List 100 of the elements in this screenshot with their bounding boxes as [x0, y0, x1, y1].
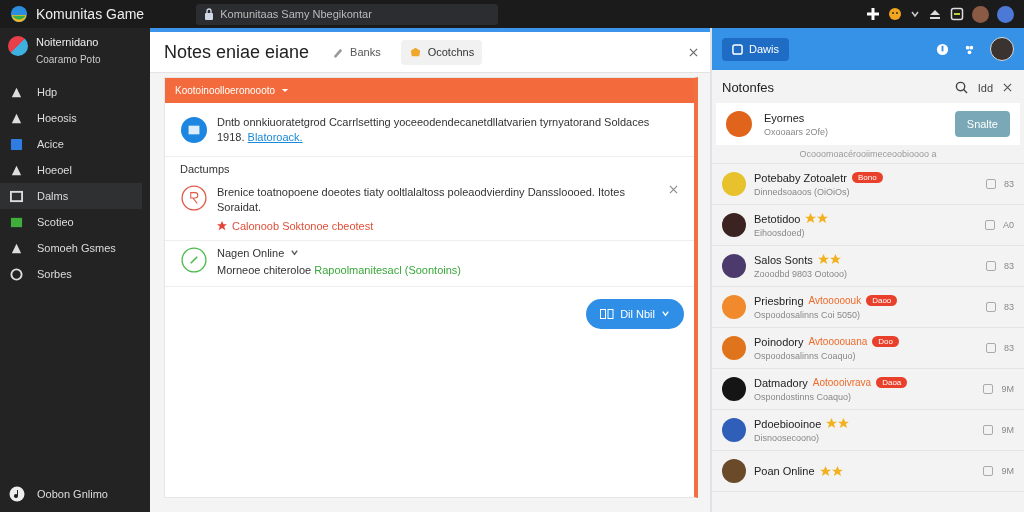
close-icon[interactable] — [1003, 83, 1012, 92]
contact-name: Potebaby Zotoaletr — [754, 171, 847, 184]
avatar-icon — [722, 459, 746, 483]
header-button[interactable]: Dawis — [722, 37, 789, 61]
avatar-icon — [726, 111, 752, 137]
link[interactable]: Blatoroack. — [247, 131, 303, 144]
app-title: Komunitas Game — [36, 6, 145, 22]
sidebar-item[interactable]: Hoeosis — [0, 105, 142, 131]
contact-name: Poinodory — [754, 335, 804, 348]
tab[interactable]: Ocotchns — [400, 39, 483, 65]
contact-subtitle: Eihoosdoed) — [754, 227, 806, 238]
logo-icon — [10, 5, 28, 23]
eject-icon[interactable] — [928, 7, 942, 21]
profile-avatar[interactable] — [8, 36, 28, 56]
list-item[interactable]: Poan Online 9M — [712, 451, 1024, 492]
info-icon — [181, 117, 207, 144]
checkbox[interactable] — [985, 220, 995, 230]
list-item[interactable]: Datmadory Aotoooivrava Daoa Ospondostinns Coaquo) 9M — [712, 369, 1024, 410]
contact-name: Eyornes — [764, 111, 806, 124]
badge: Daoo — [866, 295, 898, 306]
panel-title: Notes eniae eiane — [164, 41, 310, 63]
emoji-icon[interactable] — [888, 7, 902, 21]
count-label: 9M — [1001, 425, 1014, 435]
tab[interactable]: Banks — [323, 39, 389, 65]
search-icon[interactable] — [954, 81, 968, 94]
user-avatar[interactable] — [990, 37, 1014, 61]
link[interactable]: Idd — [977, 81, 993, 94]
avatar-icon[interactable] — [972, 5, 989, 23]
columns-icon — [600, 308, 615, 319]
badge: Daoa — [876, 377, 908, 388]
sidebar-item[interactable]: Scotieo — [0, 209, 142, 235]
checkbox[interactable] — [983, 384, 994, 394]
sidebar-item[interactable]: Acice — [0, 131, 142, 157]
menu-icon — [10, 267, 23, 281]
checkbox[interactable] — [986, 302, 996, 312]
contact-name: Priesbring — [754, 294, 804, 307]
caret-icon — [281, 88, 290, 93]
badge: Doo — [872, 336, 899, 347]
checkbox[interactable] — [986, 343, 996, 353]
tag-icon — [408, 45, 422, 59]
count-label: A0 — [1003, 220, 1014, 230]
menu-icon — [10, 189, 23, 203]
sidebar-item[interactable]: Hdp — [0, 79, 142, 105]
warning-text: Calonoob Soktonoe cbeotest — [232, 219, 374, 232]
notification-text: Morneoe chiteroloe Rapoolmanitesacl (Soontoins) — [217, 262, 462, 278]
contact-subtitle: Zooodbd 9803 Ootooo) — [754, 268, 848, 279]
count-label: 83 — [1004, 343, 1014, 353]
list-item[interactable]: Pdoebiooinoe Disnoosecoono) 9M — [712, 410, 1024, 451]
checkbox[interactable] — [983, 425, 994, 435]
notification-text: Brenice toatnopoene doeotes tiaty ooltlalaltoss poleaodvierdiny Danssloooed. Itotes Soraidat. — [217, 184, 626, 216]
menu-icon — [10, 111, 23, 125]
chevron-icon[interactable] — [910, 9, 920, 19]
close-icon[interactable] — [669, 184, 678, 194]
contact-name: Poan Online — [754, 465, 815, 477]
menu-icon — [10, 163, 23, 177]
notification-title: Nagen Online — [217, 246, 285, 259]
checkbox[interactable] — [986, 179, 996, 189]
list-item[interactable]: Salos Sonts Zooodbd 9803 Ootooo) 83 — [712, 246, 1024, 287]
tag: Aotoooivrava — [812, 377, 872, 388]
chevron-icon[interactable] — [290, 248, 300, 258]
list-item[interactable]: Betotidoo Eihoosdoed) A0 — [712, 205, 1024, 246]
address-bar[interactable]: Komunitaas Samy Nbegikontar — [196, 3, 499, 25]
close-icon[interactable] — [689, 47, 698, 57]
section-heading: Dactumps — [179, 161, 231, 177]
list-item[interactable]: Poinodory Avtoooouana Doo Ospoodosalinns Coaquo) 83 — [712, 328, 1024, 369]
contact-subtitle: Dinnedsoaoos (OiOiOs) — [754, 186, 851, 197]
count-label: 83 — [1004, 179, 1014, 189]
sidebar-item[interactable]: Sorbes — [0, 261, 142, 287]
avatar-icon — [722, 295, 746, 319]
sidebar-item[interactable]: Dalms — [0, 183, 142, 209]
star-icon — [217, 220, 227, 231]
count-label: 83 — [1004, 261, 1014, 271]
profile-subtitle: Coaramo Poto — [36, 54, 101, 65]
avatar-icon[interactable] — [997, 5, 1014, 23]
window-icon[interactable] — [950, 7, 964, 21]
avatar-icon — [722, 377, 746, 401]
menu-icon — [10, 137, 23, 151]
count-label: 9M — [1001, 384, 1014, 394]
list-item[interactable]: Priesbring Avtooooouk Daoo Ospoodosalinns Coi 5050) 83 — [712, 287, 1024, 328]
contact-name: Datmadory — [754, 376, 808, 389]
panel-title: Notonfes — [722, 80, 775, 95]
menu-icon — [10, 215, 23, 229]
avatar-icon — [722, 213, 746, 237]
contact-subtitle: Oxooaars 2Ofe) — [764, 126, 829, 137]
status-label: Oobon Gnlimo — [37, 488, 108, 500]
contact-subtitle: Ospoodosalinns Coaquo) — [754, 350, 857, 361]
menu-icon — [10, 241, 23, 255]
online-icon — [181, 246, 207, 273]
checkbox[interactable] — [986, 261, 996, 271]
sidebar-item[interactable]: Somoeh Gsmes — [0, 235, 142, 261]
count-label: 83 — [1004, 302, 1014, 312]
sidebar-item[interactable]: Hoeoel — [0, 157, 142, 183]
power-icon[interactable] — [936, 42, 949, 56]
checkbox[interactable] — [983, 466, 994, 476]
plus-icon[interactable] — [866, 7, 880, 21]
contact-subtitle: Disnoosecoono) — [754, 432, 821, 443]
tag: Avtooooouk — [808, 295, 862, 306]
divider-label: Ocooomoacérooiimeceoobioooo a — [712, 145, 1024, 164]
profile-name: Noiternidano — [36, 36, 100, 48]
list-item[interactable]: Potebaby Zotoaletr Bono Dinnedsoaoos (OiOiOs) 83 — [712, 164, 1024, 205]
